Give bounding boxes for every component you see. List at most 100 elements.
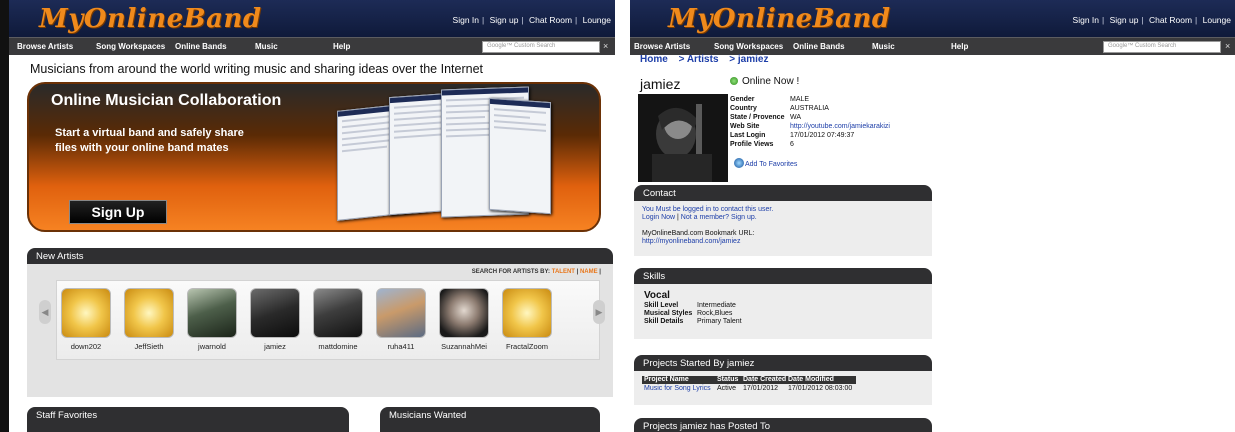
sign-in-link[interactable]: Sign In (1073, 15, 1099, 25)
field-label: Profile Views (730, 141, 774, 148)
project-name-link[interactable]: Music for Song Lyrics (642, 385, 717, 392)
lounge-link[interactable]: Lounge (1203, 15, 1231, 25)
table-header: Project Name Status Date Created Date Modif… (642, 376, 856, 384)
hero-title: Online Musician Collaboration (51, 92, 282, 109)
top-links: Sign In | Sign up | Chat Room | Lounge (1072, 15, 1231, 25)
favorites-globe-icon (734, 158, 744, 168)
skills-header: Skills (634, 268, 932, 284)
bookmark-label: MyOnlineBand.com Bookmark URL: (642, 230, 755, 237)
artist-avatar-down202[interactable] (61, 288, 111, 338)
online-dot-icon (730, 77, 738, 85)
skill-details-value: Primary Talent (697, 318, 742, 325)
website-link[interactable]: http://youtube.com/jamiekarakizi (790, 123, 890, 130)
contact-text: You Must be logged in to contact this us… (642, 206, 774, 246)
sign-up-link[interactable]: Sign up (490, 15, 519, 25)
field-label: Last Login (730, 132, 766, 139)
search-input[interactable]: Google™ Custom Search (482, 41, 600, 53)
chat-room-link[interactable]: Chat Room (529, 15, 572, 25)
field-label: Skill Level (644, 302, 679, 309)
new-artists-header: New Artists (27, 248, 613, 264)
hero-text: Start a virtual band and safely share fi… (55, 127, 244, 154)
screenshot-collage-image (329, 86, 554, 230)
sign-in-link[interactable]: Sign In (453, 15, 479, 25)
skill-name: Vocal (644, 290, 670, 301)
column-header: Date Modified (788, 376, 834, 383)
carousel-prev-arrow-icon[interactable]: ◀ (39, 300, 51, 324)
table-row: Music for Song Lyrics Active 17/01/2012 17/… (642, 385, 856, 392)
nav-music[interactable]: Music (872, 42, 895, 51)
artist-avatar-jwarnold[interactable] (187, 288, 237, 338)
nav-online-bands[interactable]: Online Bands (793, 42, 845, 51)
artist-avatar-mattdomine[interactable] (313, 288, 363, 338)
artist-avatar-jamiez[interactable] (250, 288, 300, 338)
profile-details: Gender MALE Country AUSTRALIA State / Prov… (730, 95, 890, 149)
hero-banner: Online Musician Collaboration Start a vi… (27, 82, 601, 232)
top-links: Sign In | Sign up | Chat Room | Lounge (452, 15, 611, 25)
login-now-link[interactable]: Login Now (642, 214, 675, 221)
not-member-link[interactable]: Not a member? Sign up. (681, 214, 757, 221)
artist-name[interactable]: mattdomine (303, 342, 373, 351)
artist-name[interactable]: FractalZoom (492, 342, 562, 351)
search-by-talent-link[interactable]: TALENT (552, 269, 575, 275)
search-input[interactable]: Google™ Custom Search (1103, 41, 1221, 53)
projects-table: Project Name Status Date Created Date Modif… (642, 376, 856, 392)
field-label: Musical Styles (644, 310, 693, 317)
nav-music[interactable]: Music (255, 42, 278, 51)
screenshot-card (489, 97, 551, 215)
home-page-panel: MyOnlineBand Sign In | Sign up | Chat Room… (0, 0, 615, 432)
nav-browse-artists[interactable]: Browse Artists (634, 42, 690, 51)
column-header: Date Created (743, 376, 787, 383)
site-logo[interactable]: MyOnlineBand (668, 4, 891, 34)
artist-name[interactable]: SuzannahMei (429, 342, 499, 351)
skill-level-value: Intermediate (697, 302, 736, 309)
profile-photo-image (638, 94, 728, 182)
chat-room-link[interactable]: Chat Room (1149, 15, 1192, 25)
header-bar: MyOnlineBand Sign In | Sign up | Chat Room… (9, 0, 615, 37)
staff-favorites-header: Staff Favorites (27, 407, 349, 432)
lounge-link[interactable]: Lounge (583, 15, 611, 25)
breadcrumb-home[interactable]: Home (640, 54, 668, 65)
sign-up-button[interactable]: Sign Up (69, 200, 167, 224)
sign-up-link[interactable]: Sign up (1110, 15, 1139, 25)
artist-name[interactable]: ruha411 (366, 342, 436, 351)
main-nav: Browse Artists Song Workspaces Online Ba… (9, 37, 615, 55)
profile-username: jamiez (640, 76, 681, 92)
skills-details: Vocal Skill Level Intermediate Musical St… (644, 290, 742, 326)
online-status: Online Now ! (730, 76, 799, 87)
artist-name[interactable]: jamiez (240, 342, 310, 351)
field-label: Gender (730, 96, 755, 103)
artist-avatar-fractalzoom[interactable] (502, 288, 552, 338)
field-label: Country (730, 105, 757, 112)
contact-login-required: You Must be logged in to contact this us… (642, 206, 774, 213)
site-logo[interactable]: MyOnlineBand (39, 4, 262, 34)
artist-avatar-ruha411[interactable] (376, 288, 426, 338)
nav-song-workspaces[interactable]: Song Workspaces (714, 42, 783, 51)
add-to-favorites-link[interactable]: Add To Favorites (734, 158, 797, 168)
breadcrumb-current[interactable]: > jamiez (729, 54, 768, 65)
artist-avatar-suzannahmei[interactable] (439, 288, 489, 338)
nav-help[interactable]: Help (333, 42, 350, 51)
carousel-next-arrow-icon[interactable]: ▶ (593, 300, 605, 324)
artist-search-by: SEARCH FOR ARTISTS BY: TALENT | NAME | (471, 269, 601, 275)
country-value: AUSTRALIA (790, 105, 829, 112)
bookmark-url-link[interactable]: http://myonlineband.com/jamiez (642, 238, 773, 246)
search-clear-icon[interactable]: × (1225, 41, 1230, 51)
add-to-favorites-label: Add To Favorites (745, 161, 798, 168)
nav-browse-artists[interactable]: Browse Artists (17, 42, 73, 51)
artist-avatar-jeffsieth[interactable] (124, 288, 174, 338)
nav-online-bands[interactable]: Online Bands (175, 42, 227, 51)
field-label: State / Provence (730, 114, 785, 121)
gender-value: MALE (790, 96, 810, 103)
search-by-name-link[interactable]: NAME (580, 269, 598, 275)
field-label: Skill Details (644, 318, 684, 325)
nav-song-workspaces[interactable]: Song Workspaces (96, 42, 165, 51)
search-clear-icon[interactable]: × (603, 41, 608, 51)
artist-name[interactable]: jwarnold (177, 342, 247, 351)
artist-name[interactable]: JeffSieth (114, 342, 184, 351)
breadcrumb-artists[interactable]: > Artists (679, 54, 719, 65)
column-header: Status (717, 376, 739, 383)
artist-name[interactable]: down202 (51, 342, 121, 351)
column-header: Project Name (644, 376, 689, 383)
musical-styles-value: Rock,Blues (697, 310, 733, 317)
nav-help[interactable]: Help (951, 42, 968, 51)
